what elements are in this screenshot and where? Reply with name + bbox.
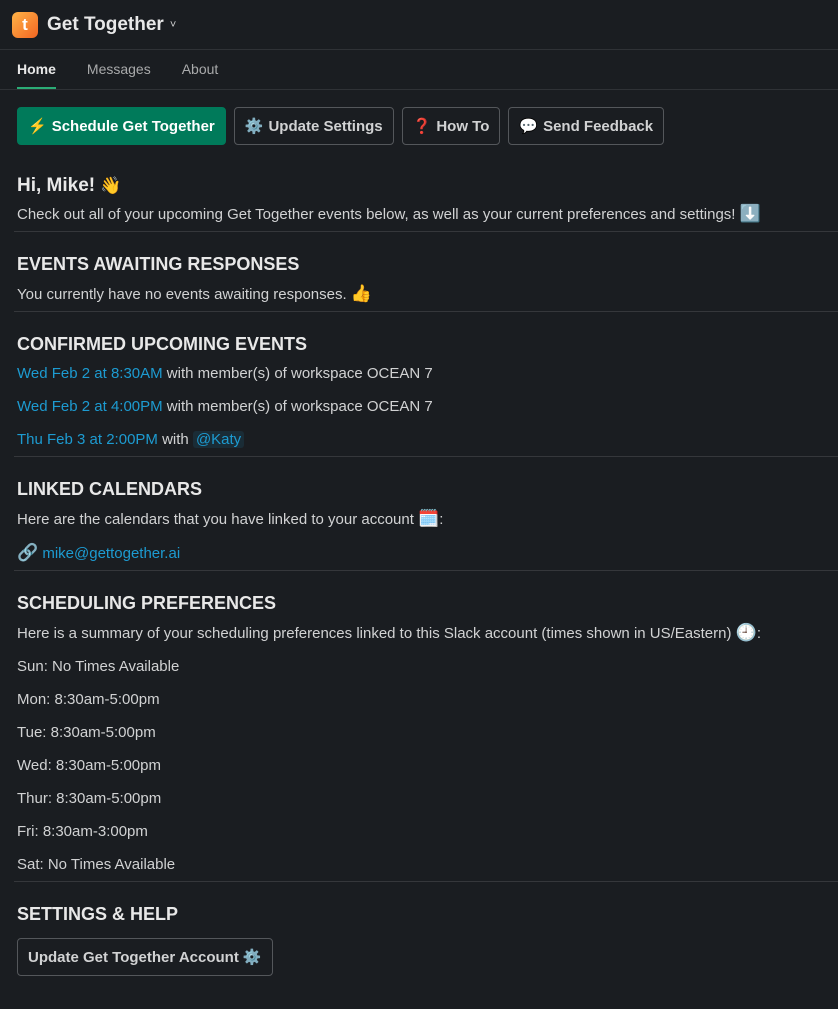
- chevron-down-icon[interactable]: ˅: [170, 19, 176, 31]
- tab-about[interactable]: About: [182, 61, 219, 89]
- pref-day-wed: Wed: 8:30am-5:00pm: [17, 757, 161, 774]
- calendar-email-link[interactable]: mike@gettogether.ai: [42, 545, 180, 562]
- calendars-text: Here are the calendars that you have lin…: [17, 509, 444, 528]
- section-heading-preferences: SCHEDULING PREFERENCES: [17, 593, 277, 613]
- speech-bubble-icon: 💬: [519, 118, 539, 135]
- update-account-button[interactable]: Update Get Together Account ⚙️: [17, 938, 273, 976]
- top-bar: t Get Together ˅: [0, 0, 838, 50]
- pref-day-sun: Sun: No Times Available: [17, 658, 180, 675]
- event-time-link[interactable]: Wed Feb 2 at 4:00PM: [17, 398, 163, 415]
- linked-calendar-item: 🔗 mike@gettogether.ai: [17, 536, 838, 570]
- send-feedback-button[interactable]: 💬 Send Feedback: [508, 107, 665, 145]
- schedule-button-label: Schedule Get Together: [51, 117, 215, 135]
- divider: [14, 881, 838, 882]
- preferences-text: Here is a summary of your scheduling pre…: [17, 623, 761, 642]
- tab-messages[interactable]: Messages: [87, 61, 151, 89]
- send-feedback-label: Send Feedback: [543, 117, 654, 135]
- divider: [14, 570, 838, 571]
- update-account-label: Update Get Together Account: [28, 948, 239, 966]
- thumbs-up-icon: 👍: [350, 284, 372, 303]
- waving-hand-icon: 👋: [100, 176, 122, 195]
- pref-day-fri: Fri: 8:30am-3:00pm: [17, 823, 148, 840]
- link-icon: 🔗: [17, 543, 39, 562]
- lightning-icon: ⚡: [28, 118, 47, 135]
- update-settings-button[interactable]: ⚙️ Update Settings: [233, 107, 394, 145]
- section-heading-awaiting: EVENTS AWAITING RESPONSES: [17, 254, 300, 274]
- gear-icon: ⚙️: [244, 118, 264, 135]
- divider: [14, 311, 838, 312]
- greeting-title: Hi, Mike! 👋: [17, 175, 122, 196]
- section-heading-settings: SETTINGS & HELP: [17, 904, 179, 924]
- divider: [14, 456, 838, 457]
- down-arrow-icon: ⬇️: [739, 204, 761, 223]
- pref-day-thur: Thur: 8:30am-5:00pm: [17, 790, 162, 807]
- event-time-link[interactable]: Wed Feb 2 at 8:30AM: [17, 365, 163, 382]
- user-mention[interactable]: @Katy: [192, 431, 245, 448]
- section-heading-calendars: LINKED CALENDARS: [17, 479, 203, 499]
- calendar-icon: 🗓️: [418, 509, 440, 528]
- event-item: Wed Feb 2 at 8:30AM with member(s) of wo…: [17, 365, 433, 382]
- clock-icon: 🕘: [735, 623, 757, 642]
- pref-day-tue: Tue: 8:30am-5:00pm: [17, 724, 156, 741]
- pref-day-sat: Sat: No Times Available: [17, 856, 176, 873]
- home-content: ⚡ Schedule Get Together ⚙️ Update Settin…: [0, 107, 838, 976]
- app-logo-icon: t: [12, 11, 38, 38]
- awaiting-text: You currently have no events awaiting re…: [17, 284, 372, 303]
- tab-bar: Home Messages About: [0, 50, 838, 90]
- event-item: Wed Feb 2 at 4:00PM with member(s) of wo…: [17, 398, 433, 415]
- action-buttons: ⚡ Schedule Get Together ⚙️ Update Settin…: [17, 107, 838, 145]
- section-heading-confirmed: CONFIRMED UPCOMING EVENTS: [17, 334, 308, 354]
- gear-icon: ⚙️: [242, 949, 262, 966]
- question-icon: ❓: [412, 118, 432, 135]
- app-title[interactable]: Get Together: [47, 14, 164, 36]
- how-to-button[interactable]: ❓ How To: [401, 107, 501, 145]
- update-settings-label: Update Settings: [268, 117, 383, 135]
- event-time-link[interactable]: Thu Feb 3 at 2:00PM: [17, 431, 158, 448]
- tab-home[interactable]: Home: [17, 61, 56, 89]
- event-item: Thu Feb 3 at 2:00PM with @Katy: [17, 423, 838, 456]
- how-to-label: How To: [436, 117, 490, 135]
- schedule-get-together-button[interactable]: ⚡ Schedule Get Together: [17, 107, 226, 145]
- divider: [14, 231, 838, 232]
- greeting-text: Check out all of your upcoming Get Toget…: [17, 204, 761, 223]
- pref-day-mon: Mon: 8:30am-5:00pm: [17, 691, 160, 708]
